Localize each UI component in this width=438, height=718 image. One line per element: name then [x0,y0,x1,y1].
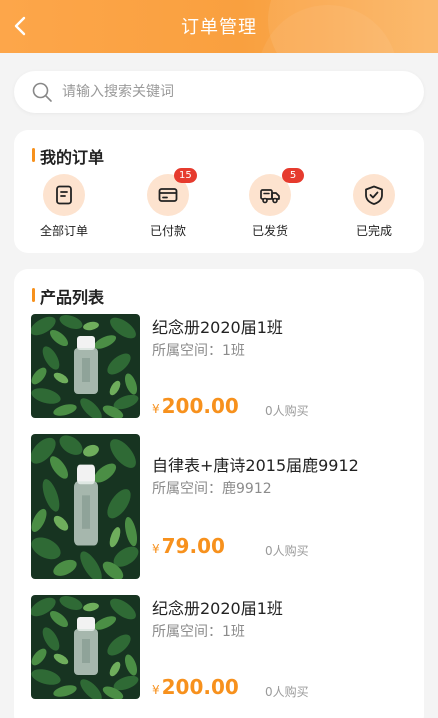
sales-count: 0人购买 [265,404,309,418]
order-item-label: 全部订单 [39,224,88,238]
all-orders-button[interactable]: 全部订单 [24,174,104,244]
sales-count: 0人购买 [265,685,309,699]
price-value: 200.00 [161,394,239,418]
receipt-icon [56,185,72,205]
currency-symbol: ¥ [152,683,160,697]
price-value: 79.00 [161,534,225,558]
search-input[interactable] [62,71,402,113]
sales-count: 0人购买 [265,544,309,558]
product-image [31,314,140,418]
product-photo [31,314,140,418]
product-item[interactable]: 纪念册2020届1班 所属空间：1班 ¥200.00 0人购买 [31,595,411,699]
header-bar: 订单管理 [0,0,438,53]
shield-check-icon [365,185,383,205]
product-image [31,434,140,579]
product-price: ¥200.00 [152,394,239,418]
shipped-orders-button[interactable]: 5 已发货 [230,168,310,244]
product-space: 所属空间：1班 [152,624,245,640]
my-orders-card: 我的订单 全部订单 15 已付款 5 已发货 已完成 [14,130,424,253]
product-image [31,595,140,699]
product-list-card: 产品列表 纪念册2020届1班 所属空间：1班 ¥200.00 0人购买 自律表… [14,269,424,718]
search-icon [32,82,52,102]
product-photo [31,595,140,699]
icon-circle [43,174,85,216]
order-item-label: 已付款 [149,224,186,238]
truck-icon [260,189,280,204]
product-space: 所属空间：1班 [152,343,245,359]
notification-badge: 5 [282,168,304,183]
order-item-label: 已完成 [355,224,392,238]
product-price: ¥200.00 [152,675,239,699]
section-title: 我的订单 [32,144,104,168]
price-value: 200.00 [161,675,239,699]
currency-symbol: ¥ [152,542,160,556]
notification-badge: 15 [174,168,197,183]
product-name: 纪念册2020届1班 [152,318,283,337]
product-space: 所属空间：鹿9912 [152,481,272,497]
order-item-label: 已发货 [251,224,288,238]
section-title: 产品列表 [32,284,104,308]
completed-orders-button[interactable]: 已完成 [334,174,414,244]
product-name: 自律表+唐诗2015届鹿9912 [152,456,359,475]
product-price: ¥79.00 [152,534,225,558]
icon-circle [353,174,395,216]
paid-orders-button[interactable]: 15 已付款 [128,168,208,244]
search-bar[interactable] [14,71,424,113]
page-title: 订单管理 [181,17,257,38]
wallet-icon [158,188,178,202]
product-item[interactable]: 自律表+唐诗2015届鹿9912 所属空间：鹿9912 ¥79.00 0人购买 [31,434,411,579]
product-item[interactable]: 纪念册2020届1班 所属空间：1班 ¥200.00 0人购买 [31,314,411,418]
product-name: 纪念册2020届1班 [152,599,283,618]
product-photo [31,434,140,579]
currency-symbol: ¥ [152,402,160,416]
